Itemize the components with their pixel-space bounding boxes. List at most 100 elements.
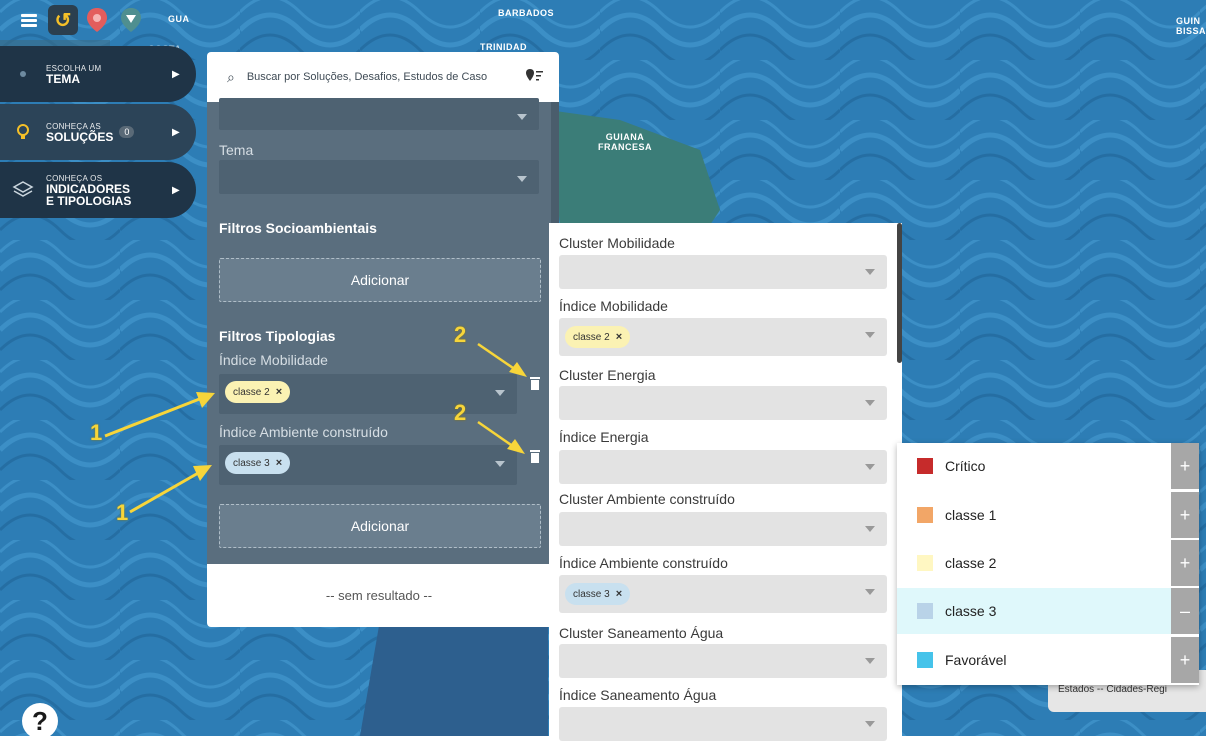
legend-row-classe-2[interactable]: classe 2 [897,540,1171,586]
ambiente-select[interactable]: classe 3 × [219,445,517,485]
dd-select[interactable] [559,512,887,546]
nav-indicadores-big1: INDICADORES [46,181,131,196]
color-swatch [917,458,933,474]
chevron-right-icon: ▶ [172,68,180,80]
filters-body: Tema Filtros Socioambientais Adicionar F… [207,98,551,564]
legend-label: Crítico [945,458,986,474]
legend-plus-button[interactable]: + [1171,492,1199,538]
nav-indicadores-big2: E TIPOLOGIAS [46,193,132,208]
legend-row-favoravel[interactable]: Favorável [897,637,1171,683]
dd-label: Cluster Energia [559,367,656,383]
search-input[interactable]: Buscar por Soluções, Desafios, Estudos d… [247,71,487,83]
dd-select[interactable] [559,450,887,484]
dd-select[interactable] [559,386,887,420]
annotation-1a: 1 [90,420,103,445]
add-tipologia-button[interactable]: Adicionar [219,504,541,548]
socio-heading: Filtros Socioambientais [219,220,377,236]
trash-icon[interactable] [529,449,541,463]
legend-label: Favorável [945,652,1007,668]
color-swatch [917,555,933,571]
search-icon: ⌕ [227,68,235,85]
annotation-2b: 2 [454,400,467,425]
nav-solucoes-small: CONHEÇA AS [46,121,102,131]
nav-tema-small: ESCOLHA UM [46,63,102,73]
class-legend: Crítico + classe 1 + classe 2 + classe 3… [897,443,1199,685]
dd-label: Cluster Ambiente construído [559,491,735,507]
dd-label: Cluster Mobilidade [559,235,675,251]
legend-plus-button[interactable]: + [1171,540,1199,586]
chip-remove-icon[interactable]: × [276,386,282,398]
tema-select[interactable] [219,160,539,194]
chip-label: classe 3 [573,588,610,600]
solucoes-count-badge: 0 [119,126,135,138]
map-label-gua: GUA [168,14,190,24]
dd-label: Índice Energia [559,429,649,445]
legend-row-classe-1[interactable]: classe 1 [897,492,1171,538]
pin-teal-icon[interactable] [116,5,146,35]
tema-label: Tema [219,142,254,158]
legend-row-critico[interactable]: Crítico [897,443,1171,489]
search-bar[interactable]: ⌕ Buscar por Soluções, Desafios, Estudos… [207,52,559,102]
nav-escolha-tema[interactable]: ESCOLHA UM TEMA ▶ [0,46,196,102]
location-filter-icon[interactable] [525,68,543,84]
sparkle-icon [0,64,46,84]
legend-label: classe 3 [945,603,997,619]
dd-select[interactable]: classe 2 × [559,318,887,356]
hamburger-menu-icon[interactable] [14,5,44,35]
map-label-barbados: BARBADOS [498,8,555,18]
nav-solucoes-big: SOLUÇÕES [46,129,114,144]
annotation-1b: 1 [116,500,129,525]
legend-plus-button[interactable]: + [1171,443,1199,489]
map-label-trinidad: TRINIDAD [480,42,527,52]
undo-icon[interactable]: ↺ [48,5,78,35]
dd-label: Cluster Saneamento Água [559,625,724,641]
dropdown-scrollbar[interactable] [897,223,902,363]
chip-classe-3[interactable]: classe 3 × [225,452,291,474]
tipologias-heading: Filtros Tipologias [219,328,336,344]
chevron-right-icon: ▶ [172,126,180,138]
chip-remove-icon[interactable]: × [276,457,282,469]
nav-indicadores-small: CONHEÇA OS [46,173,103,183]
dd-label: Índice Mobilidade [559,298,668,314]
legend-minus-button[interactable]: – [1171,588,1199,634]
legend-row-classe-3[interactable]: classe 3 [897,588,1171,634]
legend-label: classe 1 [945,507,997,523]
chip-classe-3[interactable]: classe 3 × [565,583,631,605]
chip-classe-2[interactable]: classe 2 × [565,326,631,348]
trash-icon[interactable] [529,376,541,390]
chip-label: classe 2 [233,386,270,398]
dd-select[interactable]: classe 3 × [559,575,887,613]
help-button[interactable]: ? [22,703,58,739]
ambiente-label: Índice Ambiente construído [219,424,388,440]
chip-label: classe 2 [573,331,610,343]
mobilidade-select[interactable]: classe 2 × [219,374,517,414]
nav-conheca-solucoes[interactable]: CONHEÇA AS SOLUÇÕES 0 ▶ [0,104,196,160]
dd-select[interactable] [559,644,887,678]
color-swatch [917,652,933,668]
map-label-guine-bissau: GUIN BISSA [1176,16,1206,36]
select-top[interactable] [219,98,539,130]
layers-icon [0,179,46,201]
chip-classe-2[interactable]: classe 2 × [225,381,291,403]
nav-conheca-indicadores[interactable]: CONHEÇA OS INDICADORES E TIPOLOGIAS ▶ [0,162,196,218]
dd-label: Índice Saneamento Água [559,687,717,703]
map-label-guiana-francesa: GUIANA FRANCESA [598,132,653,152]
dd-select[interactable] [559,255,887,289]
filter-panel: ⌕ Buscar por Soluções, Desafios, Estudos… [207,52,559,627]
annotation-2a: 2 [454,322,467,347]
color-swatch [917,603,933,619]
pin-red-icon[interactable] [82,5,112,35]
add-socio-button[interactable]: Adicionar [219,258,541,302]
legend-label: classe 2 [945,555,997,571]
lightbulb-icon [0,121,46,143]
dd-label: Índice Ambiente construído [559,555,728,571]
chevron-right-icon: ▶ [172,184,180,196]
nav-tema-big: TEMA [46,71,80,86]
chip-remove-icon[interactable]: × [616,588,622,600]
no-result-text: -- sem resultado -- [325,588,433,603]
filter-options-dropdown: Cluster Mobilidade Índice Mobilidade cla… [549,223,902,741]
chip-remove-icon[interactable]: × [616,331,622,343]
top-toolbar: ↺ [0,0,146,40]
mobilidade-label: Índice Mobilidade [219,352,328,368]
legend-plus-button[interactable]: + [1171,637,1199,683]
